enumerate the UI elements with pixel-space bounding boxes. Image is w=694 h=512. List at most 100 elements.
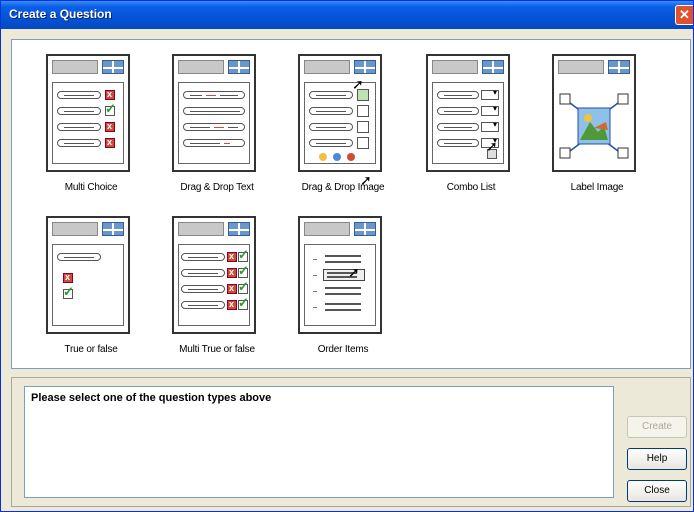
answer-row <box>57 139 101 147</box>
true-or-false-thumbnail: x ✓ <box>46 216 130 334</box>
cross-icon: x <box>227 267 237 278</box>
create-question-dialog: Create a Question ✕ x ✓ x x Multi Choice… <box>0 0 694 512</box>
close-icon: ✕ <box>679 7 690 22</box>
cross-icon: x <box>227 283 237 294</box>
question-type-label: Order Items <box>317 344 369 355</box>
grid-icon <box>228 60 250 74</box>
close-window-button[interactable]: ✕ <box>675 5 693 25</box>
answer-row <box>181 269 225 277</box>
window-title: Create a Question <box>9 7 112 21</box>
thumb-body <box>178 82 250 164</box>
answer-row <box>309 123 353 131</box>
answer-row <box>57 91 101 99</box>
question-type-label-image[interactable]: Label Image <box>542 44 652 204</box>
check-icon: ✓ <box>238 263 249 278</box>
label-image-thumbnail <box>552 54 636 172</box>
check-icon: ✓ <box>238 247 249 262</box>
question-type-label: Combo List <box>446 182 496 193</box>
drop-target <box>357 105 369 117</box>
labeled-picture-icon <box>559 93 629 159</box>
combo-box: ▾ <box>481 88 499 100</box>
question-type-label: Label Image <box>570 182 624 193</box>
answer-row <box>437 91 479 99</box>
question-row <box>57 253 101 261</box>
grid-icon <box>608 60 630 74</box>
order-items-thumbnail <box>298 216 382 334</box>
thumb-header-bar <box>432 60 478 74</box>
text-row <box>183 107 245 115</box>
image-token-icon <box>333 153 341 161</box>
thumb-body: x ✓ x ✓ x ✓ x ✓ <box>178 244 250 326</box>
thumb-body <box>304 82 376 164</box>
check-icon: ✓ <box>238 279 249 294</box>
answer-row <box>437 107 479 115</box>
title-bar[interactable]: Create a Question ✕ <box>1 1 693 29</box>
cross-icon: x <box>63 272 73 283</box>
thumb-body <box>304 244 376 326</box>
grid-icon <box>102 222 124 236</box>
cross-icon: x <box>227 251 237 262</box>
multi-choice-thumbnail: x ✓ x x <box>46 54 130 172</box>
answer-row <box>309 107 353 115</box>
drag-drop-image-thumbnail <box>298 54 382 172</box>
question-type-order-items[interactable]: ➚ Order Items <box>288 206 398 366</box>
text-row <box>183 123 245 131</box>
thumb-header-bar <box>558 60 604 74</box>
grid-icon <box>482 60 504 74</box>
mouse-pointer-icon: ➚ <box>486 138 498 154</box>
answer-row <box>437 123 479 131</box>
image-token-icon <box>319 153 327 161</box>
grid-icon <box>354 60 376 74</box>
thumb-header-bar <box>52 60 98 74</box>
answer-row <box>57 123 101 131</box>
create-button[interactable]: Create <box>627 416 687 438</box>
description-text: Please select one of the question types … <box>31 392 272 404</box>
question-type-label: Drag & Drop Image <box>301 182 385 193</box>
multi-true-or-false-thumbnail: x ✓ x ✓ x ✓ x ✓ <box>172 216 256 334</box>
thumb-body: x ✓ <box>52 244 124 326</box>
grid-icon <box>228 222 250 236</box>
check-icon: ✓ <box>105 101 116 116</box>
mouse-pointer-icon: ➚ <box>348 264 360 280</box>
mouse-pointer-icon: ➚ <box>360 172 372 188</box>
answer-row <box>181 253 225 261</box>
thumb-header-bar <box>178 60 224 74</box>
drop-target <box>357 121 369 133</box>
cross-icon: x <box>105 89 115 100</box>
mouse-pointer-icon: ➚ <box>352 76 364 92</box>
help-button[interactable]: Help <box>627 448 687 470</box>
question-type-true-or-false[interactable]: x ✓ True or false <box>36 206 146 366</box>
question-type-label: Multi Choice <box>64 182 118 193</box>
question-type-label: Drag & Drop Text <box>180 182 254 193</box>
question-types-panel: x ✓ x x Multi Choice Drag & Drop Text ➚ … <box>11 39 691 369</box>
cross-icon: x <box>105 137 115 148</box>
thumb-body: x ✓ x x <box>52 82 124 164</box>
image-token-icon <box>347 153 355 161</box>
thumb-header-bar <box>304 222 350 236</box>
description-box: Please select one of the question types … <box>24 386 614 498</box>
bottom-panel: Please select one of the question types … <box>11 377 691 507</box>
close-button[interactable]: Close <box>627 480 687 502</box>
answer-row <box>181 301 225 309</box>
combo-box: ▾ <box>481 120 499 132</box>
question-type-multi-true-or-false[interactable]: x ✓ x ✓ x ✓ x ✓ Multi True or false <box>162 206 272 366</box>
question-type-drag-drop-text[interactable]: Drag & Drop Text <box>162 44 272 204</box>
thumb-header-bar <box>178 222 224 236</box>
answer-row <box>57 107 101 115</box>
text-row <box>183 139 245 147</box>
question-type-multi-choice[interactable]: x ✓ x x Multi Choice <box>36 44 146 204</box>
grid-icon <box>354 222 376 236</box>
grid-icon <box>102 60 124 74</box>
cross-icon: x <box>105 121 115 132</box>
cross-icon: x <box>227 299 237 310</box>
answer-row <box>437 139 479 147</box>
drop-target <box>357 137 369 149</box>
text-row <box>183 91 245 99</box>
answer-row <box>309 91 353 99</box>
question-type-label: Multi True or false <box>179 344 255 355</box>
question-type-drag-drop-image[interactable]: ➚ Drag & Drop Image ➚ <box>288 44 398 204</box>
question-type-combo-list[interactable]: ▾ ▾ ▾ ▾ ➚ Combo List <box>416 44 526 204</box>
thumb-header-bar <box>52 222 98 236</box>
check-icon: ✓ <box>63 284 74 299</box>
drag-drop-text-thumbnail <box>172 54 256 172</box>
